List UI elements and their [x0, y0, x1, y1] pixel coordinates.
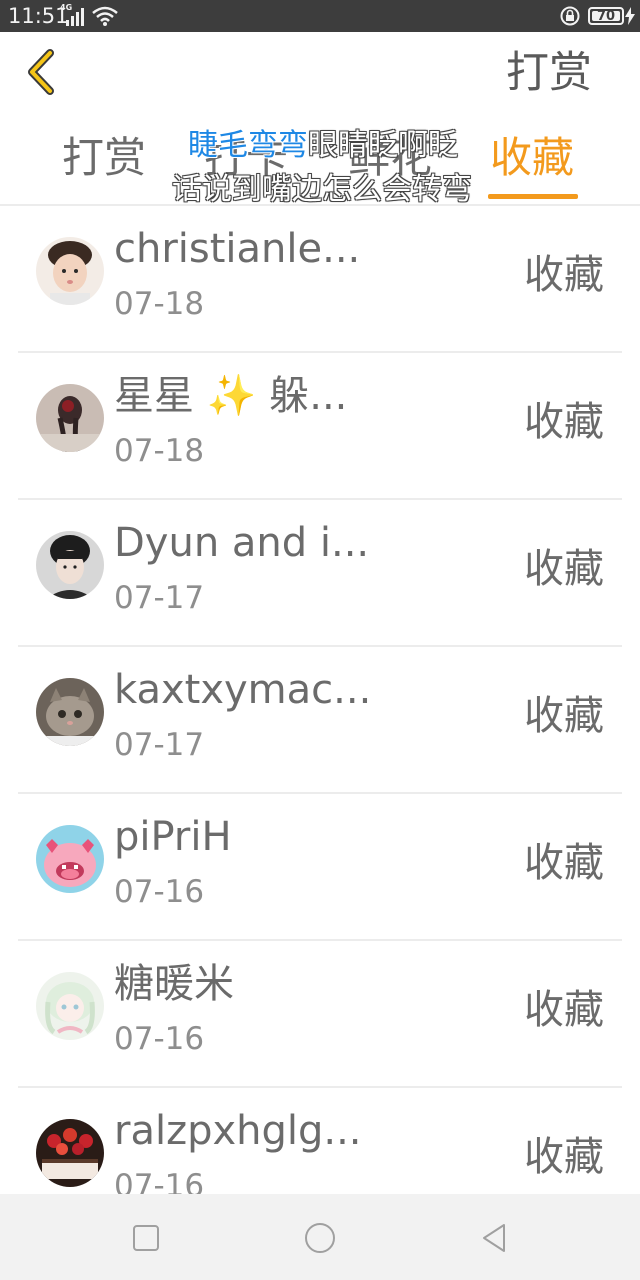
avatar[interactable]: [36, 237, 104, 305]
user-name: 糖暖米: [114, 961, 234, 1007]
list-item[interactable]: 糖暖米 07-16 收藏: [0, 941, 640, 1088]
avatar[interactable]: [36, 1119, 104, 1187]
date: 07-18: [114, 433, 205, 469]
header-title[interactable]: 打赏: [506, 45, 592, 101]
avatar[interactable]: [36, 531, 104, 599]
danmaku-highlight: 睫毛弯弯: [188, 128, 308, 163]
charging-icon: [625, 7, 635, 25]
list-item[interactable]: kaxtxymac... 07-17 收藏: [0, 647, 640, 794]
user-name: 星星 ✨ 躲...: [114, 369, 347, 423]
system-nav-bar: [0, 1194, 640, 1280]
user-name-suffix: 躲...: [269, 373, 348, 419]
danmaku-text: 眼睛眨啊眨: [308, 128, 458, 163]
list-item[interactable]: christianle... 07-18 收藏: [0, 206, 640, 353]
action-label: 收藏: [524, 252, 604, 298]
list-item[interactable]: ralzpxhglg... 07-16 收藏: [0, 1088, 640, 1194]
battery-level: 70: [596, 9, 616, 24]
lock-rotation-icon: [560, 6, 580, 26]
action-label: 收藏: [524, 840, 604, 886]
date: 07-18: [114, 286, 205, 322]
user-name-text: 星星: [114, 373, 194, 419]
list-item[interactable]: piPriH 07-16 收藏: [0, 794, 640, 941]
wifi-icon: [92, 6, 118, 26]
home-button[interactable]: [300, 1218, 340, 1258]
status-bar: 11:51 4G 70: [0, 0, 640, 32]
avatar[interactable]: [36, 678, 104, 746]
avatar[interactable]: [36, 384, 104, 452]
action-label: 收藏: [524, 693, 604, 739]
network-type: 4G: [60, 3, 73, 12]
favorites-list[interactable]: christianle... 07-18 收藏 星星 ✨ 躲... 07-18 …: [0, 206, 640, 1194]
signal-icon: 4G: [60, 3, 86, 26]
date: 07-17: [114, 727, 205, 763]
user-name: piPriH: [114, 814, 232, 860]
user-name: christianle...: [114, 226, 361, 272]
date: 07-16: [114, 874, 205, 910]
tab-favorites[interactable]: 收藏: [490, 130, 574, 186]
back-nav-button[interactable]: [474, 1218, 514, 1258]
avatar[interactable]: [36, 972, 104, 1040]
date: 07-16: [114, 1021, 205, 1057]
back-button[interactable]: [22, 48, 62, 96]
danmaku-line-1: 睫毛弯弯眼睛眨啊眨: [188, 127, 458, 165]
action-label: 收藏: [524, 399, 604, 445]
date: 07-17: [114, 580, 205, 616]
recent-apps-button[interactable]: [126, 1218, 166, 1258]
avatar[interactable]: [36, 825, 104, 893]
user-name: Dyun and i...: [114, 520, 370, 566]
user-name: ralzpxhglg...: [114, 1108, 362, 1154]
user-name: kaxtxymac...: [114, 667, 372, 713]
date: 07-16: [114, 1168, 205, 1194]
action-label: 收藏: [524, 987, 604, 1033]
list-item[interactable]: 星星 ✨ 躲... 07-18 收藏: [0, 353, 640, 500]
sparkles-icon: ✨: [206, 373, 257, 419]
action-label: 收藏: [524, 546, 604, 592]
action-label: 收藏: [524, 1134, 604, 1180]
list-item[interactable]: Dyun and i... 07-17 收藏: [0, 500, 640, 647]
active-tab-indicator: [488, 194, 578, 199]
battery-icon: 70: [588, 7, 624, 25]
tab-reward[interactable]: 打赏: [62, 130, 146, 186]
